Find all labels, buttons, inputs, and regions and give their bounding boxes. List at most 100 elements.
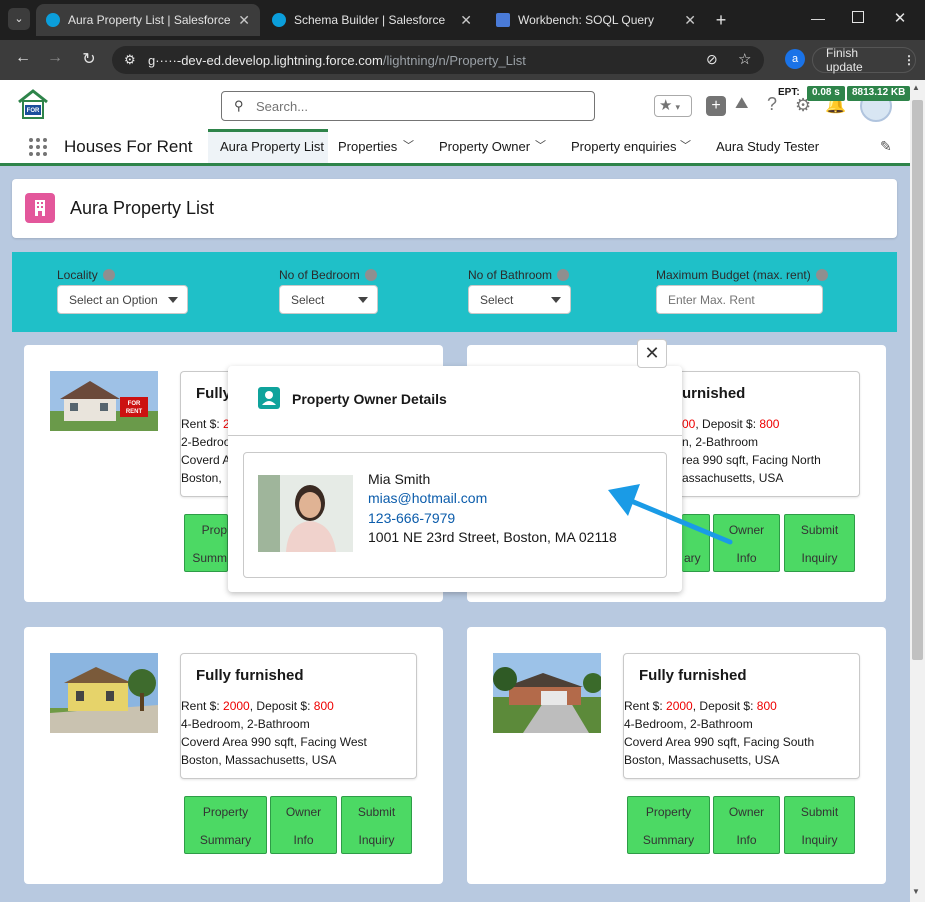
site-settings-icon[interactable]: ⚙ (124, 52, 136, 68)
filter-label-text: Locality (57, 268, 98, 282)
salesforce-icon (272, 13, 286, 27)
trailhead-icon[interactable]: ⛰ (735, 95, 755, 115)
property-heading: Fully furnished (196, 667, 304, 684)
property-heading: Fully furnished (639, 667, 747, 684)
submit-inquiry-button[interactable]: Submit Inquiry (341, 796, 412, 854)
filter-label-text: No of Bedroom (279, 268, 360, 282)
profile-avatar[interactable]: a (785, 49, 805, 69)
filter-label-locality: Locality (57, 268, 115, 282)
property-details-box: urnished 00, Deposit $: 800 n, 2-Bathroo… (682, 371, 860, 497)
close-window-icon[interactable]: ✕ (892, 9, 908, 27)
page-size-badge: 8813.12 KB (847, 86, 911, 101)
submit-inquiry-button[interactable]: Submit Inquiry (784, 796, 855, 854)
app-launcher-icon[interactable] (28, 137, 48, 157)
favorites-star-icon[interactable]: ★ ▾ (654, 95, 692, 117)
new-tab-icon[interactable]: + (713, 10, 729, 31)
bedroom-select[interactable]: Select (279, 285, 378, 314)
svg-text:FOR: FOR (27, 108, 40, 114)
ept-label: EPT: (778, 87, 800, 98)
nav-item-aura-property-list[interactable]: Aura Property List (220, 139, 324, 154)
property-heading: Fully (196, 385, 232, 402)
owner-phone-link[interactable]: 123-666-7979 (368, 510, 455, 526)
dropdown-arrow-icon (551, 297, 561, 303)
owner-name: Mia Smith (368, 471, 431, 487)
deposit-value: 800 (313, 699, 334, 713)
ept-value-badge: 0.08 s (807, 86, 845, 101)
tab-aura-property-list[interactable]: Aura Property List | Salesforce ✕ (36, 4, 260, 36)
close-tab-icon[interactable]: ✕ (684, 12, 696, 29)
bathroom-select[interactable]: Select (468, 285, 571, 314)
minimize-icon[interactable]: — (810, 10, 826, 26)
svg-text:FOR: FOR (128, 401, 141, 407)
button-label: Property (645, 805, 692, 819)
property-summary-button[interactable]: Property Summary (184, 796, 267, 854)
property-summary-button[interactable]: Property Summary (627, 796, 710, 854)
tab-workbench[interactable]: Workbench: SOQL Query ✕ (486, 4, 706, 36)
close-modal-button[interactable]: ✕ (637, 339, 667, 368)
maximize-icon[interactable] (852, 11, 864, 23)
button-label: Owner (285, 805, 322, 819)
filter-label-bedroom: No of Bedroom (279, 268, 377, 282)
owner-info-button[interactable]: Owner Info (713, 796, 780, 854)
edit-nav-pencil-icon[interactable]: ✎ (880, 138, 892, 155)
scroll-down-icon[interactable]: ▼ (912, 887, 920, 896)
scroll-up-icon[interactable]: ▲ (912, 83, 920, 92)
button-label: Info (736, 833, 757, 847)
reload-icon[interactable]: ↻ (80, 49, 98, 69)
url-field[interactable]: ⚙ g·····-dev-ed.develop.lightning.force.… (112, 46, 764, 74)
filter-label-bathroom: No of Bathroom (468, 268, 570, 282)
property-details-box: Fully furnished Rent $: 2000, Deposit $:… (623, 653, 860, 779)
locality-select[interactable]: Select an Option (57, 285, 188, 314)
nav-item-properties[interactable]: Properties (338, 139, 397, 154)
search-placeholder: Search... (256, 98, 309, 114)
scrollbar-thumb[interactable] (912, 100, 923, 660)
chevron-down-icon[interactable]: ﹀ (680, 137, 691, 153)
button-label: Summary (199, 833, 252, 847)
bookmark-star-icon[interactable]: ☆ (738, 50, 751, 68)
chevron-down-icon[interactable]: ﹀ (535, 137, 546, 153)
owner-info-button[interactable]: Owner Info (270, 796, 337, 854)
button-label: Inquiry (801, 833, 838, 847)
help-icon[interactable]: ? (767, 94, 777, 115)
finish-update-button[interactable]: Finish update ⋮ (812, 46, 916, 74)
modal-header-divider (228, 435, 682, 436)
select-value: Select (291, 292, 325, 307)
nav-item-property-owner[interactable]: Property Owner (439, 139, 530, 154)
app-logo: FOR (16, 88, 50, 120)
close-tab-icon[interactable]: ✕ (238, 12, 250, 29)
submit-inquiry-button[interactable]: Submit Inquiry (784, 514, 855, 572)
tab-schema-builder[interactable]: Schema Builder | Salesforce ✕ (262, 4, 482, 36)
info-icon[interactable] (557, 269, 570, 281)
deposit-label: , Deposit $: (692, 699, 757, 713)
filter-label-text: Maximum Budget (max. rent) (656, 268, 811, 282)
owner-address: 1001 NE 23rd Street, Boston, MA 02118 (368, 529, 617, 545)
owner-email-link[interactable]: mias@hotmail.com (368, 490, 487, 506)
more-menu-icon[interactable]: ⋮ (903, 53, 915, 67)
tab-title: Schema Builder | Salesforce (294, 13, 446, 27)
area-line: Coverd Area 990 sqft, Facing West (181, 735, 367, 749)
global-search-input[interactable]: ⚲ Search... (221, 91, 595, 121)
button-label: Summary (642, 833, 695, 847)
global-actions-icon[interactable]: + (706, 96, 726, 116)
nav-item-property-enquiries[interactable]: Property enquiries (571, 139, 677, 154)
chevron-down-icon[interactable]: ﹀ (403, 137, 414, 153)
location-line: Boston, Massachusetts, USA (624, 753, 780, 767)
button-label: Submit (800, 523, 839, 537)
nav-item-aura-study-tester[interactable]: Aura Study Tester (716, 139, 819, 154)
eye-off-icon[interactable]: ⊘ (706, 51, 718, 68)
forward-icon[interactable]: → (46, 49, 64, 67)
close-tab-icon[interactable]: ✕ (460, 12, 472, 29)
info-icon[interactable] (102, 269, 115, 281)
property-photo (493, 653, 601, 733)
info-icon[interactable] (815, 269, 828, 281)
deposit-value: 800 (759, 417, 780, 431)
search-icon: ⚲ (234, 98, 244, 113)
tab-search-icon[interactable]: ⌄ (8, 8, 30, 30)
filter-label-max-budget: Maximum Budget (max. rent) (656, 268, 828, 282)
button-label: Submit (357, 805, 396, 819)
back-icon[interactable]: ← (14, 49, 32, 67)
info-icon[interactable] (364, 269, 377, 281)
property-summary-button[interactable]: Prop Summ (184, 514, 228, 572)
max-rent-input[interactable]: Enter Max. Rent (656, 285, 823, 314)
rooms-line: 2-Bedroo (181, 435, 231, 449)
